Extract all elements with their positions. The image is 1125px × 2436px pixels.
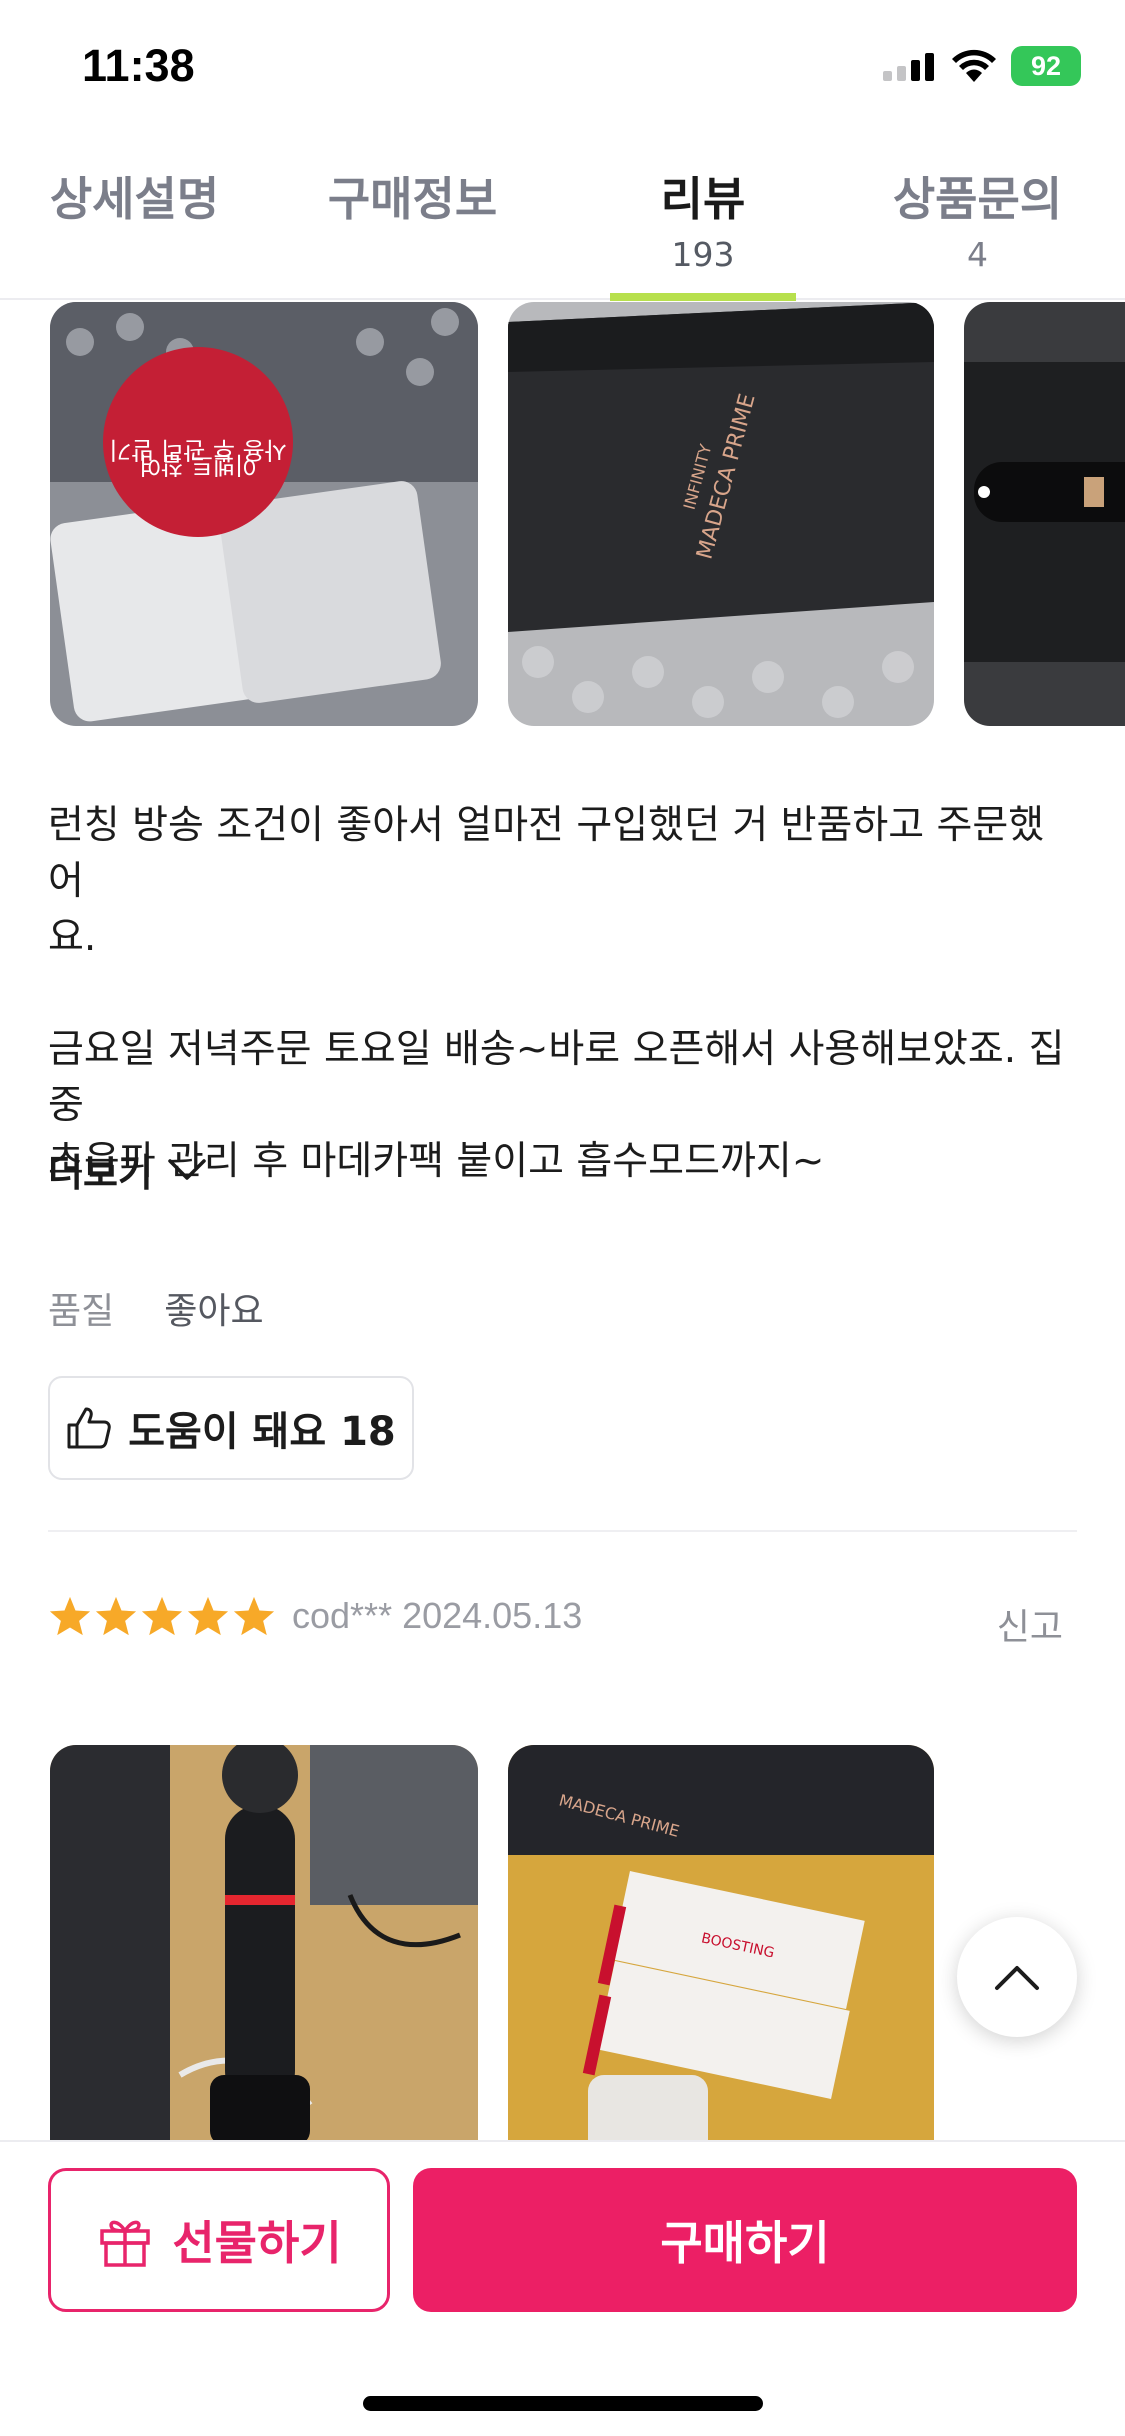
status-time: 11:38 xyxy=(82,40,195,91)
review-author-date: cod*** 2024.05.13 xyxy=(292,1595,583,1636)
chevron-down-icon xyxy=(168,1158,206,1180)
review-meta: cod*** 2024.05.13 xyxy=(48,1595,582,1637)
review-photo[interactable] xyxy=(964,302,1125,726)
tab-bar: 상세설명 구매정보 리뷰 193 상품문의 4 xyxy=(0,135,1125,300)
battery-level: 92 xyxy=(1030,50,1062,81)
thumbs-up-icon xyxy=(67,1407,111,1449)
star-icon xyxy=(49,1596,91,1636)
review-photo[interactable]: 사용 후 관리 받기 이벤트 참여 xyxy=(50,302,478,726)
helpful-button[interactable]: 도움이 돼요 18 xyxy=(48,1376,414,1480)
review-divider xyxy=(48,1530,1077,1532)
scroll-to-top-button[interactable] xyxy=(957,1917,1077,2037)
quality-key: 품질 xyxy=(48,1291,115,1332)
tab-label: 상세설명 xyxy=(49,172,220,226)
gift-label: 선물하기 xyxy=(172,2216,342,2270)
gift-button[interactable]: 선물하기 xyxy=(48,2168,390,2312)
review-photo-row: MADECA PRIME BOOSTING xyxy=(0,1745,1125,2140)
signal-icon xyxy=(883,53,934,81)
tab-purchase-info[interactable]: 구매정보 xyxy=(320,135,505,300)
more-label: 더보기 xyxy=(48,1151,153,1195)
buy-button[interactable]: 구매하기 xyxy=(413,2168,1077,2312)
buy-label: 구매하기 xyxy=(660,2216,830,2270)
tab-count: 4 xyxy=(967,235,988,274)
tab-label: 구매정보 xyxy=(327,172,498,226)
gift-icon xyxy=(100,2220,151,2267)
tab-inquiries[interactable]: 상품문의 4 xyxy=(885,135,1070,300)
quality-rating: 품질 좋아요 xyxy=(48,1282,264,1334)
star-icon xyxy=(95,1596,137,1636)
tab-label: 리뷰 xyxy=(660,172,746,226)
review-photo[interactable]: MADECA PRIME BOOSTING xyxy=(508,1745,934,2140)
report-button[interactable]: 신고 xyxy=(997,1598,1063,1650)
active-tab-indicator xyxy=(610,293,796,301)
star-icon xyxy=(141,1596,183,1636)
chevron-up-icon xyxy=(995,1966,1039,1990)
tab-label: 상품문의 xyxy=(892,172,1063,226)
more-button[interactable]: 더보기 xyxy=(48,1142,207,1197)
star-icon xyxy=(187,1596,229,1636)
review-photo[interactable]: MADECA PRIME INFINITY xyxy=(508,302,934,726)
review-photo-row: 사용 후 관리 받기 이벤트 참여 MADECA PRIME INFINITY xyxy=(0,302,1125,726)
tab-reviews[interactable]: 리뷰 193 xyxy=(610,135,796,300)
tab-count: 193 xyxy=(671,235,735,274)
status-icons: 92 xyxy=(883,46,1081,86)
status-bar: 11:38 92 xyxy=(0,0,1125,135)
helpful-label: 도움이 돼요 18 xyxy=(128,1409,396,1455)
svg-text:이벤트 참여: 이벤트 참여 xyxy=(139,451,257,479)
review-paragraph: 런칭 방송 조건이 좋아서 얼마전 구입했던 거 반품하고 주문했어 요. xyxy=(48,803,1045,960)
review-photo[interactable] xyxy=(50,1745,478,2140)
bottom-action-bar: 선물하기 구매하기 xyxy=(0,2140,1125,2436)
quality-value: 좋아요 xyxy=(164,1291,264,1332)
star-icon xyxy=(233,1596,275,1636)
wifi-icon xyxy=(952,49,996,82)
star-rating xyxy=(48,1595,276,1637)
battery-icon: 92 xyxy=(1011,46,1081,86)
home-indicator xyxy=(363,2396,763,2411)
tab-details[interactable]: 상세설명 xyxy=(42,135,227,300)
